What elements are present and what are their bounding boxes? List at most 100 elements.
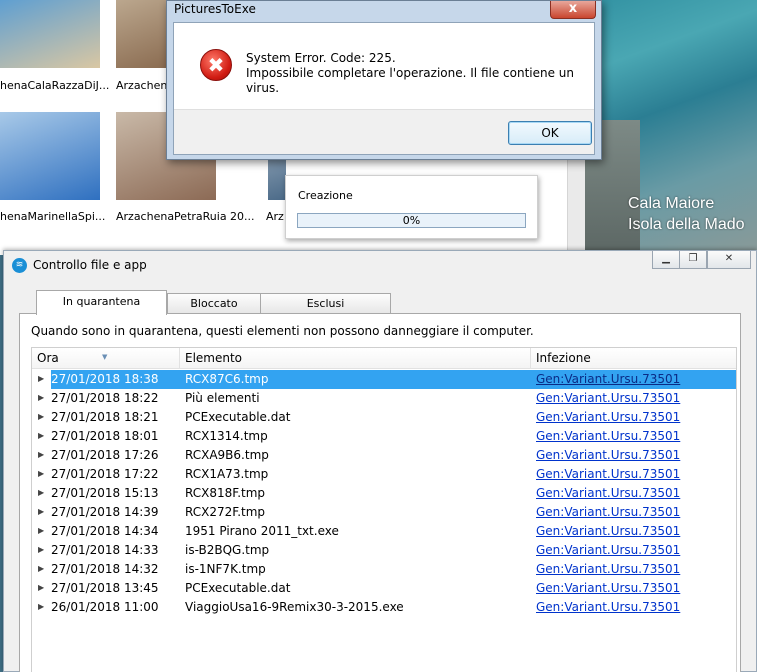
- row-infection-link[interactable]: Gen:Variant.Ursu.73501: [536, 560, 680, 578]
- row-date: 27/01/2018 14:34: [51, 524, 159, 538]
- table-row[interactable]: ▶ 27/01/2018 18:22 Più elementi Gen:Variant…: [32, 389, 736, 408]
- row-item: 1951 Pirano 2011_txt.exe: [185, 524, 339, 538]
- row-date: 27/01/2018 18:22: [51, 391, 159, 405]
- column-header-infection[interactable]: Infezione: [531, 348, 738, 369]
- error-x-icon: ✖: [200, 49, 232, 81]
- row-infection-link[interactable]: Gen:Variant.Ursu.73501: [536, 503, 680, 521]
- quarantine-description: Quando sono in quarantena, questi elemen…: [31, 324, 534, 338]
- table-row[interactable]: ▶ 27/01/2018 18:21 PCExecutable.dat Gen:Var…: [32, 408, 736, 427]
- expand-arrow-icon[interactable]: ▶: [38, 484, 44, 502]
- error-message-line2: Impossibile completare l'operazione. Il …: [246, 66, 575, 95]
- row-infection-link[interactable]: Gen:Variant.Ursu.73501: [536, 446, 680, 464]
- expand-arrow-icon[interactable]: ▶: [38, 560, 44, 578]
- row-date: 27/01/2018 18:01: [51, 429, 159, 443]
- progress-bar: 0%: [297, 213, 526, 228]
- thumbnail-image[interactable]: [116, 0, 171, 68]
- expand-arrow-icon[interactable]: ▶: [38, 427, 44, 445]
- window-title: Controllo file e app: [33, 258, 147, 272]
- minimize-button[interactable]: ▁: [652, 251, 680, 269]
- row-item: RCX818F.tmp: [185, 486, 266, 500]
- window-close-button[interactable]: ✕: [707, 251, 751, 269]
- expand-arrow-icon[interactable]: ▶: [38, 389, 44, 407]
- row-date: 27/01/2018 18:38: [51, 372, 159, 386]
- restore-button[interactable]: ❐: [679, 251, 707, 269]
- row-item: RCX87C6.tmp: [185, 372, 269, 386]
- progress-popup: Creazione 0%: [285, 175, 538, 239]
- tab-excluded[interactable]: Esclusi: [260, 293, 391, 314]
- sort-arrow-icon: ▼: [102, 353, 108, 361]
- expand-arrow-icon[interactable]: ▶: [38, 370, 44, 388]
- row-date: 27/01/2018 14:33: [51, 543, 159, 557]
- thumbnail-label[interactable]: Arz: [266, 210, 284, 223]
- row-infection-link[interactable]: Gen:Variant.Ursu.73501: [536, 522, 680, 540]
- error-message: System Error. Code: 225. Impossibile com…: [246, 51, 594, 96]
- row-item: RCXA9B6.tmp: [185, 448, 269, 462]
- table-row[interactable]: ▶ 27/01/2018 17:22 RCX1A73.tmp Gen:Variant.…: [32, 465, 736, 484]
- row-date: 27/01/2018 14:39: [51, 505, 159, 519]
- row-infection-link[interactable]: Gen:Variant.Ursu.73501: [536, 598, 680, 616]
- table-row[interactable]: ▶ 27/01/2018 17:26 RCXA9B6.tmp Gen:Variant.…: [32, 446, 736, 465]
- row-item: RCX1314.tmp: [185, 429, 268, 443]
- tab-quarantine[interactable]: In quarantena: [36, 290, 167, 315]
- expand-arrow-icon[interactable]: ▶: [38, 408, 44, 426]
- row-item: PCExecutable.dat: [185, 410, 291, 424]
- thumbnail-image[interactable]: [0, 0, 100, 68]
- expand-arrow-icon[interactable]: ▶: [38, 541, 44, 559]
- column-header-date-label: Ora: [37, 351, 59, 365]
- ok-button[interactable]: OK: [508, 121, 592, 145]
- expand-arrow-icon[interactable]: ▶: [38, 465, 44, 483]
- thumbnail-label[interactable]: Arzachen: [116, 79, 167, 92]
- error-dialog-title: PicturesToExe: [174, 2, 256, 16]
- expand-arrow-icon[interactable]: ▶: [38, 598, 44, 616]
- table-row[interactable]: ▶ 27/01/2018 18:01 RCX1314.tmp Gen:Variant.…: [32, 427, 736, 446]
- tab-blocked[interactable]: Bloccato: [167, 293, 261, 314]
- row-date: 27/01/2018 18:21: [51, 410, 159, 424]
- photo-caption-line1: Cala Maiore: [628, 195, 715, 212]
- row-item: RCX1A73.tmp: [185, 467, 269, 481]
- row-infection-link[interactable]: Gen:Variant.Ursu.73501: [536, 370, 680, 388]
- row-item: Più elementi: [185, 391, 260, 405]
- progress-label: Creazione: [298, 189, 353, 202]
- row-infection-link[interactable]: Gen:Variant.Ursu.73501: [536, 408, 680, 426]
- table-row[interactable]: ▶ 27/01/2018 18:38 RCX87C6.tmp Gen:Variant.…: [32, 370, 736, 389]
- expand-arrow-icon[interactable]: ▶: [38, 579, 44, 597]
- thumbnail-image[interactable]: [0, 112, 100, 200]
- row-date: 27/01/2018 13:45: [51, 581, 159, 595]
- table-row[interactable]: ▶ 27/01/2018 14:39 RCX272F.tmp Gen:Variant.…: [32, 503, 736, 522]
- thumbnail-label[interactable]: henaMarinellaSpi...: [0, 210, 105, 223]
- progress-percent: 0%: [402, 214, 421, 227]
- expand-arrow-icon[interactable]: ▶: [38, 522, 44, 540]
- row-infection-link[interactable]: Gen:Variant.Ursu.73501: [536, 541, 680, 559]
- table-row[interactable]: ▶ 26/01/2018 11:00 ViaggioUsa16-9Remix30-3…: [32, 598, 736, 617]
- expand-arrow-icon[interactable]: ▶: [38, 446, 44, 464]
- table-row[interactable]: ▶ 27/01/2018 14:33 is-B2BQG.tmp Gen:Variant…: [32, 541, 736, 560]
- close-button[interactable]: x: [550, 1, 596, 19]
- thumbnail-label[interactable]: ArzachenaPetraRuia 20...: [116, 210, 255, 223]
- tab-panel: Quando sono in quarantena, questi elemen…: [19, 313, 741, 672]
- row-infection-link[interactable]: Gen:Variant.Ursu.73501: [536, 579, 680, 597]
- wifi-shield-icon: ≋: [12, 258, 27, 273]
- quarantine-table: Ora ▼ Elemento Infezione ▶ 27/01/2018 18:…: [31, 347, 737, 672]
- expand-arrow-icon[interactable]: ▶: [38, 503, 44, 521]
- row-item: is-1NF7K.tmp: [185, 562, 266, 576]
- table-row[interactable]: ▶ 27/01/2018 13:45 PCExecutable.dat Gen:Var…: [32, 579, 736, 598]
- row-infection-link[interactable]: Gen:Variant.Ursu.73501: [536, 427, 680, 445]
- table-row[interactable]: ▶ 27/01/2018 14:32 is-1NF7K.tmp Gen:Variant…: [32, 560, 736, 579]
- message-area: ✖ System Error. Code: 225. Impossibile c…: [174, 23, 594, 109]
- window-titlebar: ≋ Controllo file e app ▁ ❐ ✕: [4, 251, 756, 277]
- table-row[interactable]: ▶ 27/01/2018 15:13 RCX818F.tmp Gen:Variant.…: [32, 484, 736, 503]
- row-infection-link[interactable]: Gen:Variant.Ursu.73501: [536, 484, 680, 502]
- row-date: 27/01/2018 15:13: [51, 486, 159, 500]
- thumbnail-label[interactable]: henaCalaRazzaDiJ...: [0, 79, 109, 92]
- table-row[interactable]: ▶ 27/01/2018 14:34 1951 Pirano 2011_txt.ex…: [32, 522, 736, 541]
- quarantine-window: ≋ Controllo file e app ▁ ❐ ✕ In quarante…: [3, 250, 757, 672]
- column-header-item[interactable]: Elemento: [180, 348, 531, 369]
- row-date: 26/01/2018 11:00: [51, 600, 159, 614]
- row-infection-link[interactable]: Gen:Variant.Ursu.73501: [536, 389, 680, 407]
- row-item: PCExecutable.dat: [185, 581, 291, 595]
- thumbnail-image[interactable]: [268, 160, 286, 200]
- row-date: 27/01/2018 17:22: [51, 467, 159, 481]
- row-infection-link[interactable]: Gen:Variant.Ursu.73501: [536, 465, 680, 483]
- column-header-date[interactable]: Ora ▼: [32, 348, 180, 369]
- row-date: 27/01/2018 14:32: [51, 562, 159, 576]
